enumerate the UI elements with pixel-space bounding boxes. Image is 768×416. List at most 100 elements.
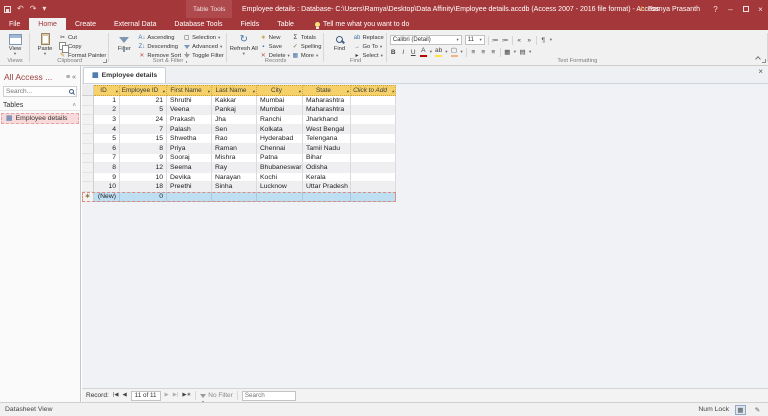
cell-city[interactable]: Chennai: [257, 144, 303, 154]
filter-indicator[interactable]: No Filter: [200, 392, 233, 399]
totals-button[interactable]: ΣTotals: [292, 34, 322, 42]
find-button[interactable]: Find: [327, 32, 351, 52]
restore-button[interactable]: [738, 0, 753, 18]
new-blank-record-button[interactable]: ▶∗: [182, 393, 191, 399]
column-header-first-name[interactable]: First Name▾: [167, 85, 212, 96]
view-button[interactable]: View ▾: [3, 32, 27, 57]
cell-employee-id[interactable]: 18: [120, 182, 167, 192]
column-dropdown-icon[interactable]: ▾: [163, 89, 165, 95]
cell-city[interactable]: Hyderabad: [257, 134, 303, 144]
selection-button[interactable]: ▢Selection▾: [183, 34, 224, 42]
tell-me-box[interactable]: Tell me what you want to do: [307, 18, 417, 30]
column-dropdown-icon[interactable]: ▾: [116, 89, 118, 95]
cell-last-name[interactable]: Sen: [212, 125, 257, 135]
new-record-row[interactable]: ∗ (New) 0: [82, 192, 396, 202]
cell-first-name[interactable]: Prakash: [167, 115, 212, 125]
cell-last-name[interactable]: Ray: [212, 163, 257, 173]
select-all-corner[interactable]: [82, 85, 94, 96]
cell-state[interactable]: Odisha: [303, 163, 351, 173]
italic-button[interactable]: I: [400, 48, 407, 57]
cell-last-name[interactable]: Raman: [212, 144, 257, 154]
cell-state[interactable]: Kerala: [303, 173, 351, 183]
qat-customize-icon[interactable]: ▾: [42, 5, 46, 13]
cell-click-to-add[interactable]: [351, 96, 396, 106]
column-header-employee-id[interactable]: Employee ID▾: [120, 85, 167, 96]
bullets-icon[interactable]: ≔: [502, 36, 509, 45]
font-name-select[interactable]: Calibri (Detail)▾: [390, 35, 462, 45]
close-button[interactable]: ×: [753, 0, 768, 18]
cell-employee-id[interactable]: 12: [120, 163, 167, 173]
cell-city[interactable]: [257, 192, 303, 202]
tab-home[interactable]: Home: [29, 18, 66, 30]
cell-city[interactable]: Mumbai: [257, 96, 303, 106]
cell-click-to-add[interactable]: [351, 182, 396, 192]
row-selector[interactable]: [82, 144, 94, 154]
cell-city[interactable]: Bhubaneswar: [257, 163, 303, 173]
refresh-all-button[interactable]: ↻ Refresh All ▾: [230, 32, 258, 57]
row-selector[interactable]: [82, 134, 94, 144]
cell-click-to-add[interactable]: [351, 106, 396, 116]
cell-last-name[interactable]: Pankaj: [212, 106, 257, 116]
align-right-icon[interactable]: ≡: [490, 48, 497, 57]
document-close-button[interactable]: ×: [758, 68, 763, 76]
save-record-button[interactable]: ▪Save: [260, 43, 290, 51]
warning-icon[interactable]: ⚠: [639, 5, 645, 13]
cell-city[interactable]: Lucknow: [257, 182, 303, 192]
cell-first-name[interactable]: [167, 192, 212, 202]
datasheet-view-button[interactable]: ▦: [735, 405, 746, 415]
cell-id[interactable]: 1: [94, 96, 120, 106]
cell-first-name[interactable]: Priya: [167, 144, 212, 154]
row-selector[interactable]: [82, 154, 94, 164]
align-center-icon[interactable]: ≡: [480, 48, 487, 57]
cell-last-name[interactable]: Jha: [212, 115, 257, 125]
cell-click-to-add[interactable]: [351, 134, 396, 144]
tab-file[interactable]: File: [0, 18, 29, 30]
row-selector[interactable]: [82, 163, 94, 173]
row-selector[interactable]: [82, 182, 94, 192]
dialog-launcher-icon[interactable]: [762, 59, 766, 63]
ascending-button[interactable]: A↓Ascending: [138, 34, 181, 42]
cell-state[interactable]: [303, 192, 351, 202]
cell-id[interactable]: 5: [94, 134, 120, 144]
column-dropdown-icon[interactable]: ▾: [208, 89, 210, 95]
alt-row-color-icon[interactable]: ▤: [519, 48, 526, 57]
cell-first-name[interactable]: Veena: [167, 106, 212, 116]
copy-button[interactable]: Copy: [59, 43, 106, 51]
cell-id[interactable]: 10: [94, 182, 120, 192]
nav-menu-icon[interactable]: ≡: [66, 74, 70, 81]
last-record-button[interactable]: ▶|: [173, 393, 179, 399]
cell-employee-id[interactable]: 9: [120, 154, 167, 164]
cell-state[interactable]: Telengana: [303, 134, 351, 144]
cell-last-name[interactable]: Mishra: [212, 154, 257, 164]
cell-employee-id[interactable]: 5: [120, 106, 167, 116]
cell-id[interactable]: 4: [94, 125, 120, 135]
cell-click-to-add[interactable]: [351, 125, 396, 135]
cell-first-name[interactable]: Palash: [167, 125, 212, 135]
cut-button[interactable]: ✂Cut: [59, 34, 106, 42]
column-dropdown-icon[interactable]: ▾: [347, 89, 349, 95]
cell-employee-id[interactable]: 24: [120, 115, 167, 125]
account-name[interactable]: Ramya Prasanth: [648, 6, 700, 13]
cell-id[interactable]: (New): [94, 192, 120, 202]
cell-click-to-add[interactable]: [351, 115, 396, 125]
shutter-close-icon[interactable]: «: [72, 74, 76, 81]
cell-state[interactable]: Jharkhand: [303, 115, 351, 125]
paragraph-marks-icon[interactable]: ¶: [540, 36, 547, 45]
advanced-button[interactable]: Advanced▾: [183, 43, 224, 51]
redo-icon[interactable]: ↷: [30, 5, 37, 13]
undo-icon[interactable]: ↶: [17, 5, 24, 13]
tab-fields[interactable]: Fields: [232, 18, 269, 30]
record-search-input[interactable]: [243, 392, 295, 399]
column-dropdown-icon[interactable]: ▾: [392, 89, 394, 95]
cell-id[interactable]: 8: [94, 163, 120, 173]
cell-last-name[interactable]: Rao: [212, 134, 257, 144]
nav-item-employee-details[interactable]: ▦ Employee details: [1, 113, 79, 124]
filter-button[interactable]: Filter: [112, 32, 136, 52]
row-selector[interactable]: [82, 125, 94, 135]
cell-id[interactable]: 7: [94, 154, 120, 164]
cell-last-name[interactable]: Narayan: [212, 173, 257, 183]
cell-employee-id[interactable]: 0: [120, 192, 167, 202]
font-size-select[interactable]: 11▾: [465, 35, 485, 45]
cell-state[interactable]: Maharashtra: [303, 96, 351, 106]
cell-city[interactable]: Mumbai: [257, 106, 303, 116]
